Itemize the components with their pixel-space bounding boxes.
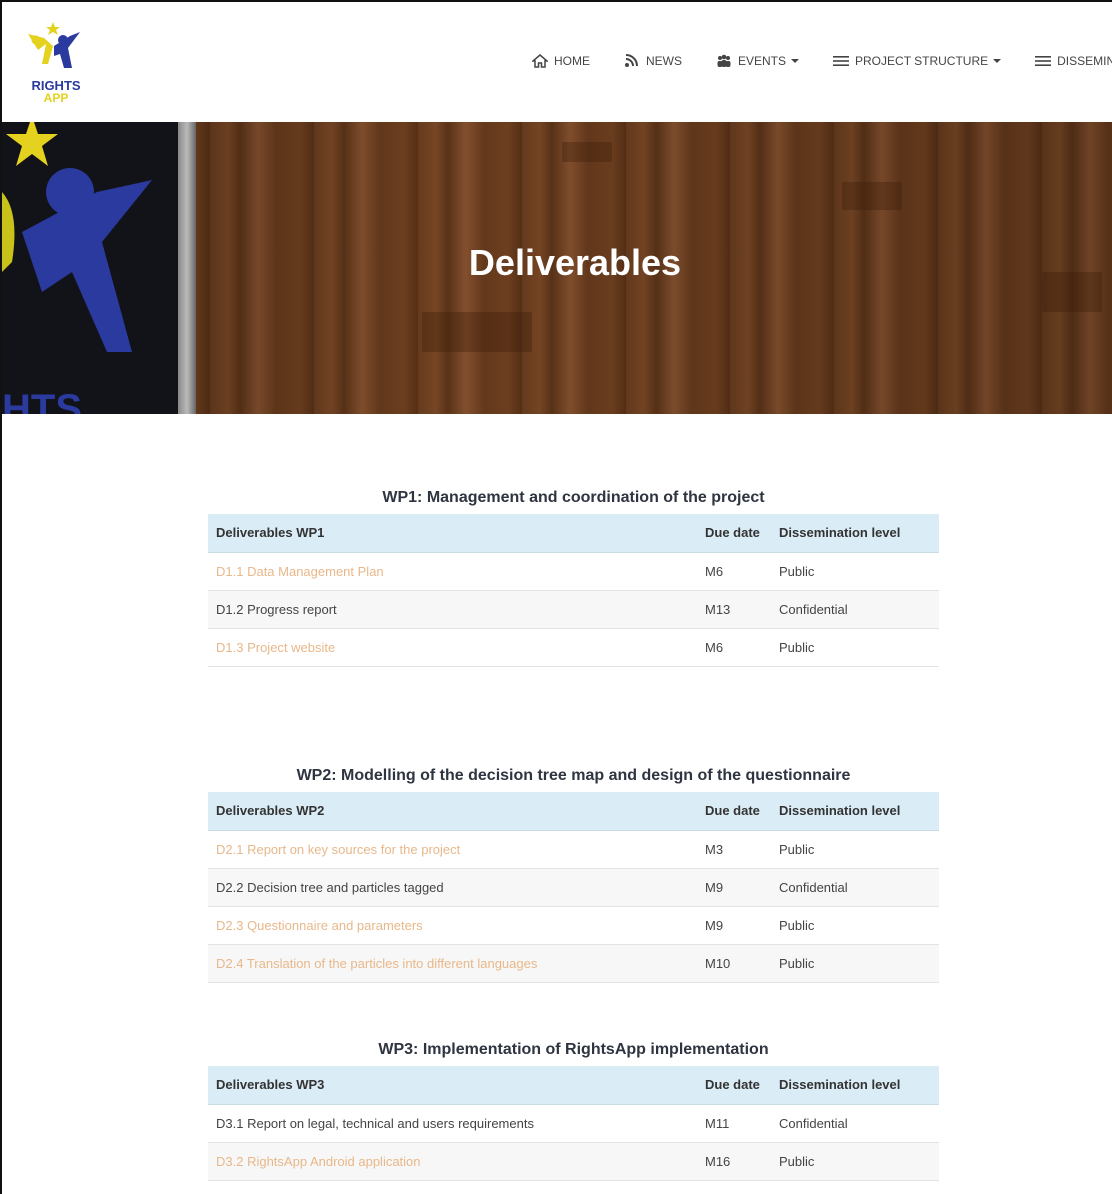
deliverable-link[interactable]: D1.1 Data Management Plan (208, 552, 697, 591)
deliverable-name: D2.2 Decision tree and particles tagged (208, 868, 697, 907)
section-title: WP1: Management and coordination of the … (382, 489, 765, 506)
deliverables-table: Deliverables WP3 Due date Dissemination … (208, 1066, 939, 1181)
table-row: D1.3 Project website M6 Public (208, 628, 939, 667)
logo-figures-icon (28, 22, 80, 68)
site-header: RIGHTS APP HOME NEWS EVENTS PROJECT STRU… (2, 2, 1112, 122)
svg-text:HTS: HTS (2, 387, 82, 414)
dissemination-cell: Public (771, 944, 939, 983)
section-title: WP2: Modelling of the decision tree map … (296, 767, 851, 784)
column-header-deliverable: Deliverables WP2 (208, 792, 697, 831)
table-row: D2.3 Questionnaire and parameters M9 Pub… (208, 906, 939, 945)
table-row: D3.2 RightsApp Android application M16 P… (208, 1142, 939, 1181)
dissemination-cell: Public (771, 906, 939, 945)
logo-wordmark: RIGHTS APP (31, 78, 81, 105)
table-header-row: Deliverables WP1 Due date Dissemination … (208, 514, 939, 553)
due-date-cell: M6 (697, 628, 771, 667)
hero-banner: HTS Deliverables (2, 122, 1112, 414)
table-row: D2.1 Report on key sources for the proje… (208, 830, 939, 869)
column-header-dissemination: Dissemination level (771, 1066, 939, 1105)
deliverable-link[interactable]: D2.1 Report on key sources for the proje… (208, 830, 697, 869)
table-header-row: Deliverables WP3 Due date Dissemination … (208, 1066, 939, 1105)
dissemination-cell: Public (771, 830, 939, 869)
due-date-cell: M6 (697, 552, 771, 591)
dissemination-cell: Public (771, 628, 939, 667)
group-icon (717, 54, 731, 67)
nav-home[interactable]: HOME (532, 54, 590, 68)
column-header-deliverable: Deliverables WP3 (208, 1066, 697, 1105)
table-header-row: Deliverables WP2 Due date Dissemination … (208, 792, 939, 831)
nav-news[interactable]: NEWS (624, 54, 682, 68)
wp1-section: WP1: Management and coordination of the … (208, 488, 939, 667)
column-header-dissemination: Dissemination level (771, 792, 939, 831)
deliverable-link[interactable]: D3.2 RightsApp Android application (208, 1142, 697, 1181)
chevron-down-icon (993, 59, 1002, 63)
main-nav: HOME NEWS EVENTS PROJECT STRUCTURE DISSE… (532, 54, 1112, 68)
deliverable-name: D1.2 Progress report (208, 590, 697, 629)
deliverable-link[interactable]: D2.3 Questionnaire and parameters (208, 906, 697, 945)
nav-project-structure[interactable]: PROJECT STRUCTURE (833, 54, 1002, 68)
column-header-due-date: Due date (697, 792, 771, 831)
due-date-cell: M16 (697, 1142, 771, 1181)
column-header-due-date: Due date (697, 1066, 771, 1105)
deliverables-table: Deliverables WP2 Due date Dissemination … (208, 792, 939, 983)
list-icon (1035, 56, 1052, 66)
deliverable-link[interactable]: D2.4 Translation of the particles into d… (208, 944, 697, 983)
due-date-cell: M13 (697, 590, 771, 629)
rss-icon (625, 54, 638, 67)
home-icon (532, 54, 548, 68)
deliverable-link[interactable]: D1.3 Project website (208, 628, 697, 667)
chevron-down-icon (791, 59, 800, 63)
table-row: D3.1 Report on legal, technical and user… (208, 1104, 939, 1143)
dissemination-cell: Confidential (771, 1104, 939, 1143)
page: RIGHTS APP HOME NEWS EVENTS PROJECT STRU… (0, 0, 1112, 1194)
wp2-section: WP2: Modelling of the decision tree map … (208, 766, 939, 983)
column-header-deliverable: Deliverables WP1 (208, 514, 697, 553)
due-date-cell: M9 (697, 906, 771, 945)
nav-events[interactable]: EVENTS (716, 54, 800, 68)
table-row: D1.2 Progress report M13 Confidential (208, 590, 939, 629)
dissemination-cell: Public (771, 1142, 939, 1181)
due-date-cell: M10 (697, 944, 771, 983)
column-header-due-date: Due date (697, 514, 771, 553)
deliverable-name: D3.1 Report on legal, technical and user… (208, 1104, 697, 1143)
wp3-section: WP3: Implementation of RightsApp impleme… (208, 1040, 939, 1181)
dissemination-cell: Public (771, 552, 939, 591)
table-row: D2.4 Translation of the particles into d… (208, 944, 939, 983)
deliverables-table: Deliverables WP1 Due date Dissemination … (208, 514, 939, 667)
dissemination-cell: Confidential (771, 590, 939, 629)
dissemination-cell: Confidential (771, 868, 939, 907)
list-icon (833, 56, 850, 66)
nav-dissemination[interactable]: DISSEMINATION (1035, 54, 1112, 68)
due-date-cell: M11 (697, 1104, 771, 1143)
column-header-dissemination: Dissemination level (771, 514, 939, 553)
due-date-cell: M9 (697, 868, 771, 907)
table-row: D2.2 Decision tree and particles tagged … (208, 868, 939, 907)
section-title: WP3: Implementation of RightsApp impleme… (378, 1041, 769, 1058)
rightsapp-logo[interactable]: RIGHTS APP (26, 16, 86, 108)
table-row: D1.1 Data Management Plan M6 Public (208, 552, 939, 591)
due-date-cell: M3 (697, 830, 771, 869)
page-title: Deliverables (468, 242, 682, 283)
